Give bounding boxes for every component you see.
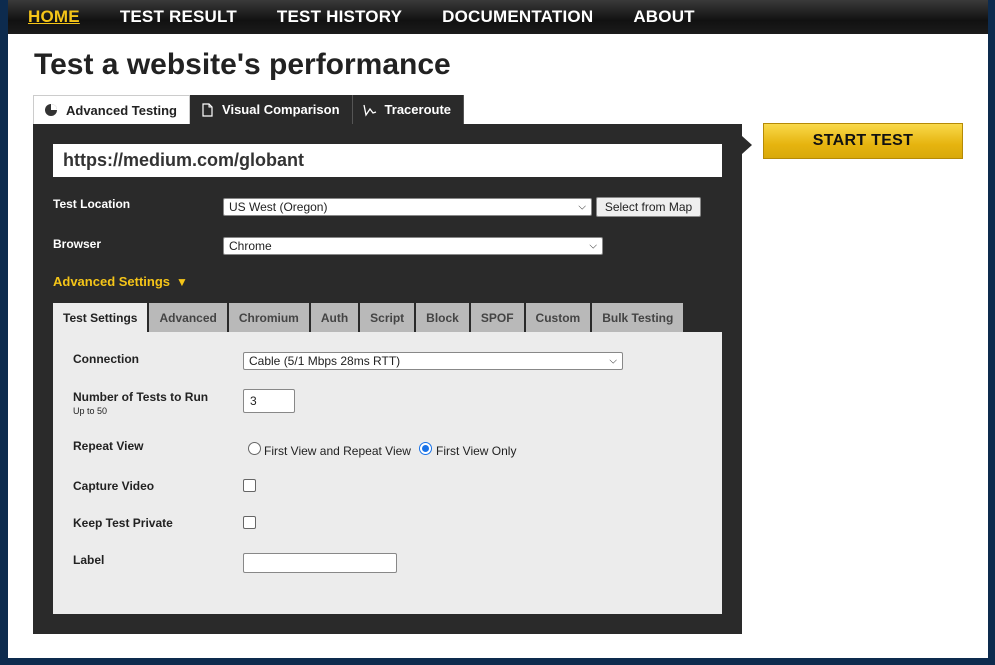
tab-custom[interactable]: Custom [525, 303, 593, 332]
tab-label: Advanced Testing [66, 102, 178, 118]
connection-select[interactable]: Cable (5/1 Mbps 28ms RTT) ⌵ [243, 352, 623, 370]
start-test-button[interactable]: START TEST [763, 123, 963, 159]
chevron-down-icon: ⌵ [589, 240, 597, 252]
connection-label: Connection [73, 352, 139, 366]
tab-spof[interactable]: SPOF [470, 303, 526, 332]
tab-traceroute[interactable]: Traceroute [352, 95, 465, 124]
nav-test-history[interactable]: TEST HISTORY [277, 7, 402, 27]
browser-value: Chrome [229, 239, 272, 253]
test-location-label: Test Location [53, 197, 131, 211]
tab-label: Visual Comparison [222, 102, 340, 117]
capture-video-checkbox[interactable] [243, 479, 256, 492]
panel-arrow [742, 136, 752, 154]
test-settings-panel: Connection Cable (5/1 Mbps 28ms RTT) ⌵ N… [53, 332, 722, 614]
advanced-settings-label: Advanced Settings [53, 274, 171, 289]
nav-documentation[interactable]: DOCUMENTATION [442, 7, 593, 27]
tab-block[interactable]: Block [416, 303, 471, 332]
advanced-testing-panel: Test Location US West (Oregon) ⌵ Select … [33, 124, 742, 634]
tab-bulk-testing[interactable]: Bulk Testing [592, 303, 686, 332]
tab-advanced[interactable]: Advanced [149, 303, 229, 332]
tab-advanced-testing[interactable]: Advanced Testing [33, 95, 191, 124]
radio-first-and-repeat-label: First View and Repeat View [264, 444, 411, 458]
tab-chromium[interactable]: Chromium [228, 303, 311, 332]
page-title: Test a website's performance [34, 48, 451, 81]
test-location-select[interactable]: US West (Oregon) ⌵ [223, 198, 592, 216]
document-icon [202, 102, 213, 117]
nav-home[interactable]: HOME [28, 7, 80, 27]
num-tests-input[interactable]: 3 [243, 389, 295, 413]
chevron-down-icon: ⌵ [609, 355, 617, 367]
browser-select[interactable]: Chrome ⌵ [223, 237, 603, 255]
advanced-settings-toggle[interactable]: Advanced Settings ▼ [53, 274, 188, 289]
connection-value: Cable (5/1 Mbps 28ms RTT) [249, 354, 401, 368]
main-page: Test a website's performance Advanced Te… [8, 34, 988, 658]
chevron-down-icon: ⌵ [578, 201, 586, 213]
tab-auth[interactable]: Auth [310, 303, 361, 332]
tab-visual-comparison[interactable]: Visual Comparison [190, 95, 353, 124]
select-from-map-button[interactable]: Select from Map [596, 197, 701, 217]
tab-test-settings[interactable]: Test Settings [53, 303, 150, 332]
num-tests-note: Up to 50 [73, 406, 108, 416]
triangle-down-icon: ▼ [176, 275, 188, 289]
radio-first-view-only[interactable] [419, 442, 432, 455]
url-input[interactable] [53, 144, 722, 177]
traceroute-icon [362, 104, 376, 117]
settings-tabs: Test Settings Advanced Chromium Auth Scr… [53, 303, 686, 332]
radio-first-view-only-label: First View Only [436, 444, 517, 458]
test-type-tabs: Advanced Testing Visual Comparison Trace… [33, 95, 465, 124]
tab-label: Traceroute [384, 102, 452, 117]
nav-test-result[interactable]: TEST RESULT [120, 7, 237, 27]
label-field-label: Label [73, 553, 105, 567]
repeat-view-label: Repeat View [73, 439, 144, 453]
keep-private-label: Keep Test Private [73, 516, 173, 530]
num-tests-label: Number of Tests to Run [73, 390, 209, 404]
keep-private-checkbox[interactable] [243, 516, 256, 529]
nav-about[interactable]: ABOUT [633, 7, 694, 27]
browser-label: Browser [53, 237, 102, 251]
test-location-value: US West (Oregon) [229, 200, 328, 214]
top-nav: HOME TEST RESULT TEST HISTORY DOCUMENTAT… [8, 0, 988, 34]
radio-first-and-repeat[interactable] [248, 442, 261, 455]
label-input[interactable] [243, 553, 397, 573]
tab-script[interactable]: Script [360, 303, 417, 332]
capture-video-label: Capture Video [73, 479, 155, 493]
pie-chart-icon [45, 104, 57, 116]
